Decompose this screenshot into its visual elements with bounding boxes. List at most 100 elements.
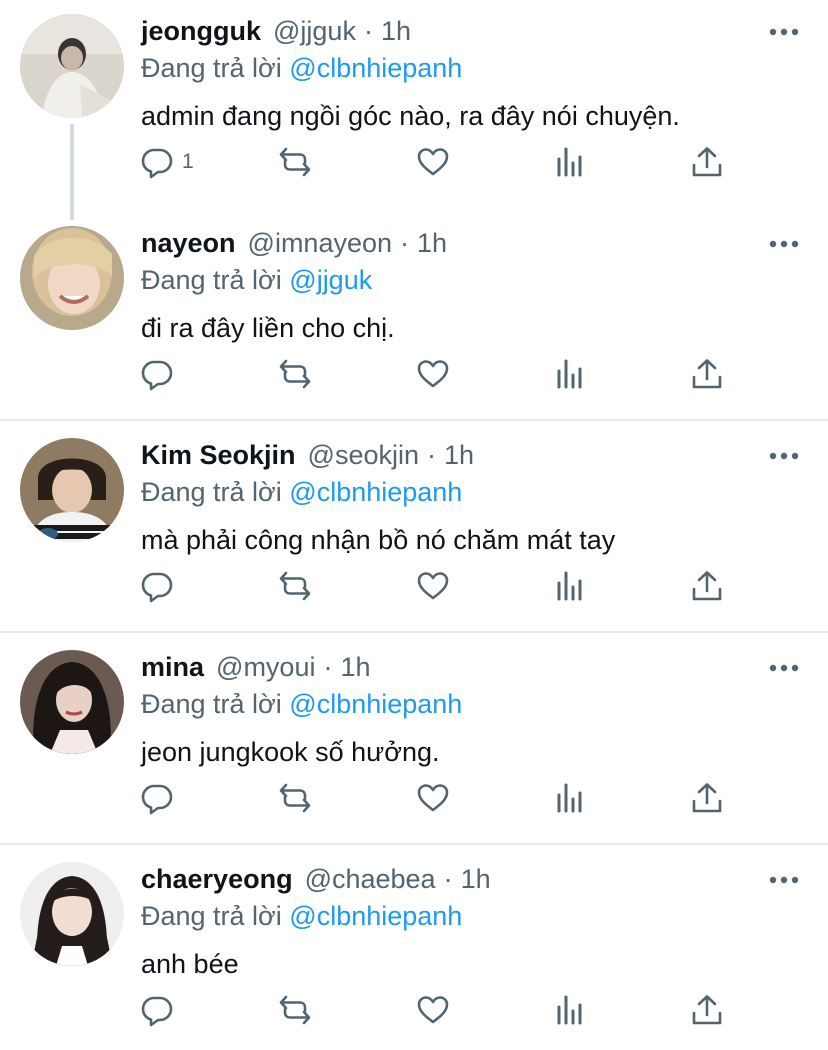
reply-icon xyxy=(141,148,173,179)
display-name[interactable]: jeongguk xyxy=(141,14,261,48)
reply-count: 1 xyxy=(182,150,194,173)
timestamp[interactable]: 1h xyxy=(461,862,491,896)
display-name[interactable]: Kim Seokjin xyxy=(141,438,296,472)
like-button[interactable] xyxy=(416,992,450,1028)
tweet-header: chaeryeong @chaebea · 1h xyxy=(141,862,491,896)
tweet-header: Kim Seokjin @seokjin · 1h xyxy=(141,438,474,472)
reply-button[interactable] xyxy=(140,992,182,1028)
display-name[interactable]: nayeon xyxy=(141,226,236,260)
user-handle[interactable]: @jjguk xyxy=(273,14,356,48)
tweet[interactable]: mina @myoui · 1h Đang trả lời @clbnhiepa… xyxy=(0,636,828,848)
tweet-divider xyxy=(0,843,828,845)
avatar[interactable] xyxy=(20,862,124,966)
reply-button[interactable] xyxy=(140,356,182,392)
like-button[interactable] xyxy=(416,780,450,816)
replying-to: Đang trả lời @clbnhiepanh xyxy=(141,50,462,86)
display-name[interactable]: mina xyxy=(141,650,204,684)
share-icon xyxy=(692,147,722,177)
mention-link[interactable]: @clbnhiepanh xyxy=(289,901,462,931)
tweet[interactable]: jeongguk @jjguk · 1h Đang trả lời @clbnh… xyxy=(0,0,828,212)
tweet[interactable]: Kim Seokjin @seokjin · 1h Đang trả lời @… xyxy=(0,424,828,636)
separator-dot: · xyxy=(363,16,373,46)
replying-to: Đang trả lời @clbnhiepanh xyxy=(141,898,462,934)
display-name[interactable]: chaeryeong xyxy=(141,862,293,896)
tweet-text: đi ra đây liền cho chị. xyxy=(141,313,395,343)
avatar-image xyxy=(20,14,124,118)
user-handle[interactable]: @chaebea xyxy=(305,862,436,896)
separator-dot: · xyxy=(323,652,333,682)
analytics-icon xyxy=(557,359,582,389)
more-icon[interactable] xyxy=(768,870,800,890)
replying-to: Đang trả lời @clbnhiepanh xyxy=(141,686,462,722)
like-button[interactable] xyxy=(416,144,450,180)
tweet[interactable]: chaeryeong @chaebea · 1h Đang trả lời @c… xyxy=(0,848,828,1050)
retweet-icon xyxy=(279,995,311,1025)
tweet-header: nayeon @imnayeon · 1h xyxy=(141,226,447,260)
analytics-button[interactable] xyxy=(554,356,588,392)
retweet-button[interactable] xyxy=(278,780,312,816)
timestamp[interactable]: 1h xyxy=(444,438,474,472)
avatar[interactable] xyxy=(20,226,124,330)
tweet-header: mina @myoui · 1h xyxy=(141,650,371,684)
retweet-icon xyxy=(279,783,311,813)
replying-to-label: Đang trả lời xyxy=(141,477,282,507)
analytics-button[interactable] xyxy=(554,144,588,180)
mention-link[interactable]: @jjguk xyxy=(289,265,372,295)
like-icon xyxy=(417,148,449,176)
more-icon[interactable] xyxy=(768,22,800,42)
share-icon xyxy=(692,783,722,813)
mention-link[interactable]: @clbnhiepanh xyxy=(289,53,462,83)
more-icon[interactable] xyxy=(768,658,800,678)
tweet-text: mà phải công nhận bồ nó chăm mát tay xyxy=(141,525,616,555)
avatar-image xyxy=(20,226,124,330)
replying-to-label: Đang trả lời xyxy=(141,689,282,719)
timestamp[interactable]: 1h xyxy=(340,650,370,684)
analytics-icon xyxy=(557,571,582,601)
avatar[interactable] xyxy=(20,438,124,542)
share-button[interactable] xyxy=(690,992,724,1028)
more-icon[interactable] xyxy=(768,234,800,254)
user-handle[interactable]: @myoui xyxy=(216,650,315,684)
avatar-image xyxy=(20,650,124,754)
tweet-header: jeongguk @jjguk · 1h xyxy=(141,14,411,48)
reply-button[interactable] xyxy=(140,780,182,816)
like-button[interactable] xyxy=(416,356,450,392)
replying-to: Đang trả lời @clbnhiepanh xyxy=(141,474,462,510)
avatar[interactable] xyxy=(20,14,124,118)
separator-dot: · xyxy=(443,864,453,894)
tweet-divider xyxy=(0,631,828,633)
share-icon xyxy=(692,571,722,601)
separator-dot: · xyxy=(400,228,410,258)
retweet-button[interactable] xyxy=(278,144,312,180)
share-button[interactable] xyxy=(690,356,724,392)
avatar[interactable] xyxy=(20,650,124,754)
share-button[interactable] xyxy=(690,780,724,816)
more-icon[interactable] xyxy=(768,446,800,466)
tweet-text: jeon jungkook số hưởng. xyxy=(141,737,440,767)
user-handle[interactable]: @seokjin xyxy=(308,438,419,472)
like-button[interactable] xyxy=(416,568,450,604)
retweet-button[interactable] xyxy=(278,568,312,604)
like-icon xyxy=(417,784,449,812)
retweet-icon xyxy=(279,147,311,177)
tweet-text: admin đang ngồi góc nào, ra đây nói chuy… xyxy=(141,101,680,131)
analytics-button[interactable] xyxy=(554,780,588,816)
tweet[interactable]: nayeon @imnayeon · 1h Đang trả lời @jjgu… xyxy=(0,212,828,424)
replying-to-label: Đang trả lời xyxy=(141,901,282,931)
analytics-button[interactable] xyxy=(554,568,588,604)
retweet-button[interactable] xyxy=(278,356,312,392)
share-button[interactable] xyxy=(690,568,724,604)
reply-button[interactable] xyxy=(140,568,182,604)
timestamp[interactable]: 1h xyxy=(417,226,447,260)
reply-button[interactable]: 1 xyxy=(140,144,194,180)
timestamp[interactable]: 1h xyxy=(381,14,411,48)
like-icon xyxy=(417,360,449,388)
mention-link[interactable]: @clbnhiepanh xyxy=(289,689,462,719)
analytics-icon xyxy=(557,783,582,813)
analytics-icon xyxy=(557,147,582,177)
share-button[interactable] xyxy=(690,144,724,180)
mention-link[interactable]: @clbnhiepanh xyxy=(289,477,462,507)
analytics-button[interactable] xyxy=(554,992,588,1028)
user-handle[interactable]: @imnayeon xyxy=(248,226,392,260)
retweet-button[interactable] xyxy=(278,992,312,1028)
